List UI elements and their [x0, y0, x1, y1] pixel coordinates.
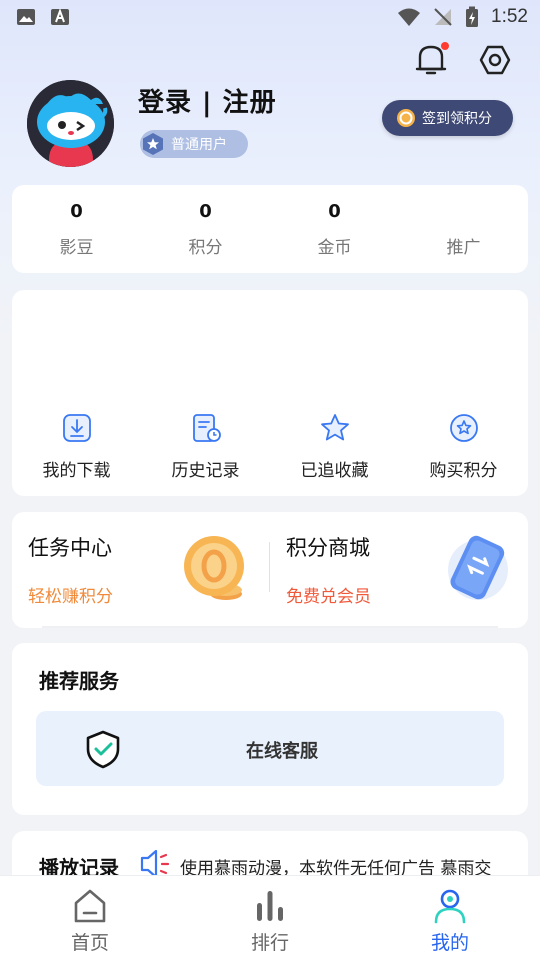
tool-favorites[interactable]: 已追收藏 [270, 412, 399, 481]
stat-label: 积分 [188, 237, 223, 258]
home-icon [74, 889, 106, 923]
ranking-icon [257, 891, 283, 921]
checkin-label: 签到领积分 [422, 111, 492, 127]
bottom-nav: 首页 排行 我的 [0, 875, 540, 960]
user-level-label: 普通用户 [171, 137, 227, 153]
status-bar: 1:52 [0, 0, 540, 36]
service-label: 在线客服 [246, 741, 318, 762]
nav-home[interactable]: 首页 [0, 876, 180, 960]
font-notification-icon [51, 8, 69, 25]
tool-download[interactable]: 我的下载 [12, 412, 141, 481]
stat-yingdou[interactable]: 0 影豆 [12, 185, 141, 273]
stat-label: 推广 [446, 237, 481, 258]
shield-check-icon [86, 730, 120, 769]
vip-card-icon [448, 535, 508, 600]
nav-label: 排行 [250, 932, 289, 954]
stat-label: 影豆 [59, 237, 94, 258]
stat-coins[interactable]: 0 金币 [270, 185, 399, 273]
settings-icon [479, 45, 511, 75]
promo-card: 任务中心 轻松赚积分 积分商城 免费兑会员 [12, 512, 528, 628]
tool-label: 已追收藏 [300, 461, 369, 481]
stat-points[interactable]: 0 积分 [141, 185, 270, 273]
image-notification-icon [17, 9, 35, 25]
task-center[interactable]: 任务中心 轻松赚积分 [12, 512, 270, 628]
nav-ranking[interactable]: 排行 [180, 876, 360, 960]
stat-value: 0 [70, 200, 83, 222]
stat-label: 金币 [317, 237, 352, 258]
buy-points-icon [449, 414, 478, 442]
tools-card: 我的下载 历史记录 已追收藏 购买积分 [12, 290, 528, 496]
points-mall-title: 积分商城 [286, 536, 370, 560]
service-online-support[interactable]: 在线客服 [36, 711, 504, 786]
login-register-link[interactable]: 登录 | 注册 [138, 82, 277, 119]
task-center-title: 任务中心 [28, 536, 112, 560]
profile-icon [434, 889, 466, 924]
stat-value: 0 [199, 200, 212, 222]
user-level-badge: 普通用户 [140, 130, 248, 158]
star-icon [320, 414, 349, 441]
stat-promotion[interactable]: 推广 [399, 185, 528, 273]
avatar-mascot-icon [27, 80, 114, 167]
tool-label: 历史记录 [171, 461, 240, 481]
tool-history[interactable]: 历史记录 [141, 412, 270, 481]
battery-charging-icon [466, 6, 479, 27]
services-title: 推荐服务 [39, 669, 119, 693]
stat-value: 0 [328, 200, 341, 222]
tool-buy-points[interactable]: 购买积分 [399, 412, 528, 481]
notification-dot [441, 42, 449, 50]
stats-card: 0 影豆 0 积分 0 金币 推广 [12, 185, 528, 273]
nav-label: 首页 [70, 932, 109, 954]
status-time: 1:52 [491, 6, 528, 27]
points-mall[interactable]: 积分商城 免费兑会员 [270, 512, 528, 628]
promo-bottom-line [42, 626, 498, 628]
task-center-subtitle: 轻松赚积分 [28, 587, 113, 607]
services-card: 推荐服务 在线客服 [12, 643, 528, 815]
coin-icon [397, 109, 415, 127]
history-icon [192, 414, 221, 442]
notification-button[interactable] [411, 40, 451, 80]
points-mall-subtitle: 免费兑会员 [286, 587, 371, 607]
nav-profile[interactable]: 我的 [360, 876, 540, 960]
download-icon [62, 414, 91, 442]
checkin-button[interactable]: 签到领积分 [382, 100, 513, 136]
avatar[interactable] [27, 80, 114, 167]
nav-label: 我的 [430, 932, 469, 954]
tool-label: 购买积分 [429, 461, 498, 481]
coins-icon [184, 536, 244, 600]
wifi-icon [398, 8, 421, 26]
no-signal-icon [434, 8, 452, 26]
level-star-icon [143, 133, 163, 155]
tool-label: 我的下载 [42, 461, 111, 481]
settings-button[interactable] [475, 40, 515, 80]
